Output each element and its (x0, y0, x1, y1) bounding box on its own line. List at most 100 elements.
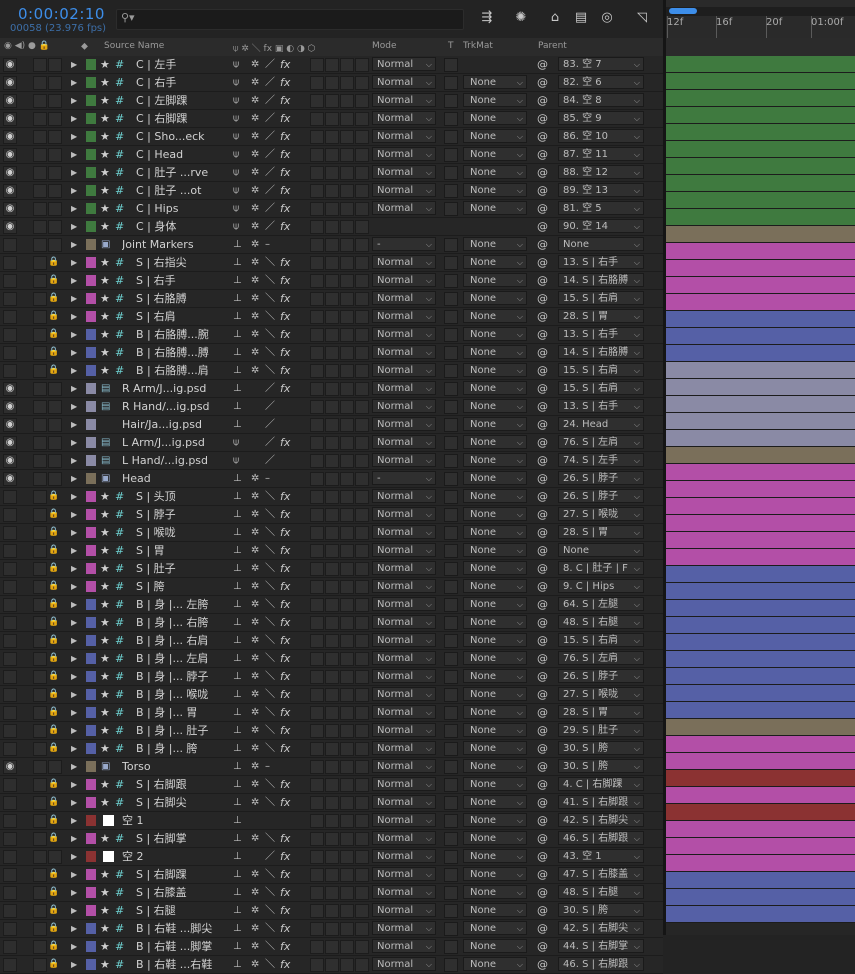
adjustment-switch[interactable] (340, 166, 354, 180)
adjustment-switch[interactable] (340, 76, 354, 90)
lock-icon[interactable]: 🔒 (48, 254, 60, 271)
layer-name[interactable]: C | 右手 (136, 74, 264, 91)
expand-triangle-icon[interactable]: ▶ (71, 578, 77, 595)
expand-triangle-icon[interactable]: ▶ (71, 758, 77, 775)
layer-duration-bar[interactable] (666, 56, 855, 73)
blend-mode-select[interactable]: Normal ⌵ (372, 507, 436, 521)
motion-blur-switch[interactable] (325, 958, 339, 972)
label-color-swatch[interactable] (86, 329, 96, 340)
blend-mode-select[interactable]: Normal ⌵ (372, 885, 436, 899)
expand-triangle-icon[interactable]: ▶ (71, 74, 77, 91)
collapse-switch[interactable]: ✲ (251, 668, 259, 685)
layer-name[interactable]: C | Head (136, 146, 264, 163)
lock-icon[interactable]: 🔒 (48, 542, 60, 559)
solo-toggle[interactable] (33, 598, 47, 612)
preserve-transparency-toggle[interactable] (444, 400, 458, 414)
parent-select[interactable]: 9. C | Hips ⌵ (558, 579, 644, 593)
shy-switch[interactable]: ⊥ (233, 956, 242, 973)
layer-row[interactable]: 🔒 ▶ ★ # S | 右胳膊 ⊥ ✲ ＼ fx Normal ⌵ None ⌵ @15. S | 右肩 ⌵ (0, 290, 663, 308)
collapse-switch[interactable]: ✲ (251, 218, 259, 235)
layer-duration-bar[interactable] (666, 549, 855, 566)
blend-mode-select[interactable]: Normal ⌵ (372, 183, 436, 197)
label-color-swatch[interactable] (86, 923, 96, 934)
3d-layer-switch[interactable] (355, 238, 369, 252)
lock-icon[interactable]: 🔒 (48, 866, 60, 883)
preserve-transparency-toggle[interactable] (444, 58, 458, 72)
collapse-switch[interactable]: ✲ (251, 650, 259, 667)
lock-icon[interactable]: 🔒 (48, 506, 60, 523)
layer-duration-bar[interactable] (666, 430, 855, 447)
frame-blend-switch[interactable] (310, 904, 324, 918)
solo-toggle[interactable] (33, 958, 47, 972)
quality-switch[interactable]: ＼ (265, 596, 275, 613)
lock-toggle[interactable] (48, 130, 62, 144)
solo-toggle[interactable] (33, 742, 47, 756)
layer-duration-bar[interactable] (666, 498, 855, 515)
shy-switch[interactable]: ⊥ (233, 416, 242, 433)
adjustment-switch[interactable] (340, 670, 354, 684)
layer-row[interactable]: ◉ ▶ ▤ L Arm/J...ig.psd ⍦ ／ fx Normal ⌵ None ⌵ @76. … (0, 434, 663, 452)
frame-blend-switch[interactable] (310, 382, 324, 396)
effects-switch[interactable]: fx (280, 632, 290, 649)
label-color-swatch[interactable] (86, 347, 96, 358)
3d-layer-switch[interactable] (355, 886, 369, 900)
trkmat-select[interactable]: None ⌵ (463, 741, 527, 755)
layer-name[interactable]: S | 脖子 (136, 506, 264, 523)
shy-switch[interactable]: ⊥ (233, 884, 242, 901)
collapse-switch[interactable]: ✲ (251, 470, 259, 487)
adjustment-switch[interactable] (340, 706, 354, 720)
3d-layer-switch[interactable] (355, 58, 369, 72)
video-toggle[interactable] (3, 670, 17, 684)
preserve-transparency-toggle[interactable] (444, 238, 458, 252)
preserve-transparency-toggle[interactable] (444, 796, 458, 810)
collapse-switch[interactable]: ✲ (251, 128, 259, 145)
shy-switch[interactable]: ⊥ (233, 308, 242, 325)
video-toggle[interactable] (3, 508, 17, 522)
layer-duration-bar[interactable] (666, 175, 855, 192)
label-color-swatch[interactable] (86, 653, 96, 664)
layer-name[interactable]: S | 右肩 (136, 308, 264, 325)
preserve-transparency-toggle[interactable] (444, 310, 458, 324)
layer-row[interactable]: 🔒 ▶ 空 1 ⊥ Normal ⌵ None ⌵ @42. S | 右脚尖 ⌵ (0, 812, 663, 830)
parent-select[interactable]: 28. S | 胃 ⌵ (558, 705, 644, 719)
frame-blend-switch[interactable] (310, 202, 324, 216)
parent-select[interactable]: 90. 空 14 ⌵ (558, 219, 644, 233)
collapse-switch[interactable]: ✲ (251, 110, 259, 127)
quality-switch[interactable]: ／ (265, 182, 275, 199)
preserve-transparency-toggle[interactable] (444, 526, 458, 540)
lock-icon[interactable]: 🔒 (48, 362, 60, 379)
video-toggle[interactable] (3, 958, 17, 972)
label-color-swatch[interactable] (86, 257, 96, 268)
layer-duration-bar[interactable] (666, 515, 855, 532)
time-ruler[interactable]: 12f 16f 20f 01:00f (666, 0, 855, 38)
expand-triangle-icon[interactable]: ▶ (71, 362, 77, 379)
adjustment-switch[interactable] (340, 310, 354, 324)
motion-blur-switch[interactable] (325, 922, 339, 936)
expand-triangle-icon[interactable]: ▶ (71, 740, 77, 757)
solo-toggle[interactable] (33, 688, 47, 702)
preserve-transparency-toggle[interactable] (444, 490, 458, 504)
quality-switch[interactable]: ＼ (265, 920, 275, 937)
parent-select[interactable]: 8. C | 肚子 | F ⌵ (558, 561, 644, 575)
collapse-switch[interactable]: ✲ (251, 524, 259, 541)
label-color-swatch[interactable] (86, 851, 96, 862)
motion-blur-switch[interactable] (325, 94, 339, 108)
parent-select[interactable]: 4. C | 右脚踝 ⌵ (558, 777, 644, 791)
expand-triangle-icon[interactable]: ▶ (71, 614, 77, 631)
motion-blur-switch[interactable] (325, 760, 339, 774)
3d-layer-switch[interactable] (355, 778, 369, 792)
solo-toggle[interactable] (33, 490, 47, 504)
pick-whip-icon[interactable]: @ (537, 254, 548, 271)
pick-whip-icon[interactable]: @ (537, 344, 548, 361)
label-color-swatch[interactable] (86, 95, 96, 106)
label-color-swatch[interactable] (86, 725, 96, 736)
adjustment-switch[interactable] (340, 616, 354, 630)
collapse-switch[interactable]: ✲ (251, 506, 259, 523)
collapse-switch[interactable]: ✲ (251, 722, 259, 739)
pick-whip-icon[interactable]: @ (537, 110, 548, 127)
expand-triangle-icon[interactable]: ▶ (71, 560, 77, 577)
frame-blend-switch[interactable] (310, 346, 324, 360)
layer-duration-bar[interactable] (666, 209, 855, 226)
layer-duration-bar[interactable] (666, 447, 855, 464)
label-color-swatch[interactable] (86, 671, 96, 682)
